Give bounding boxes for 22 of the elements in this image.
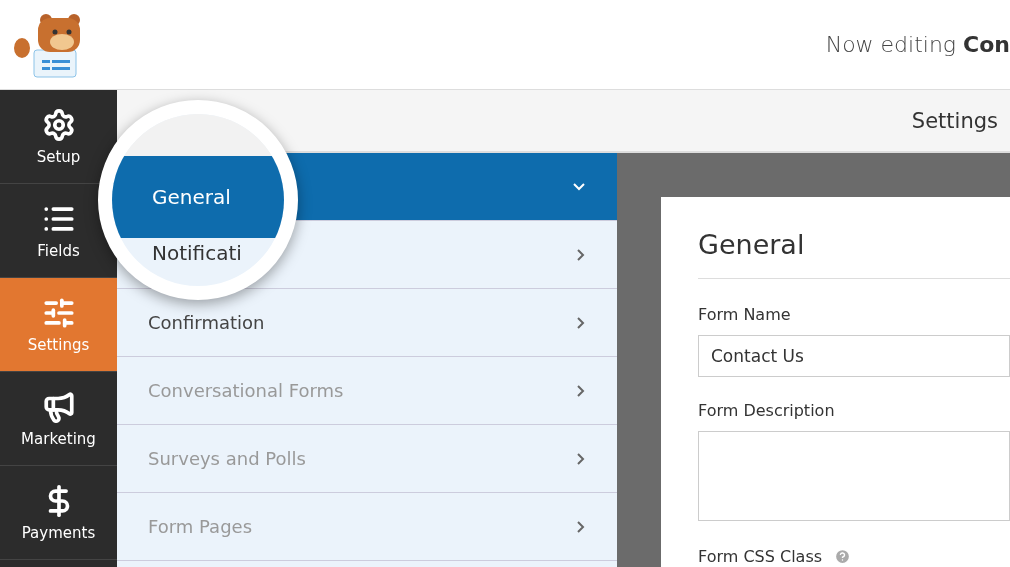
top-bar-title: Settings bbox=[911, 108, 998, 133]
chevron-right-icon bbox=[577, 384, 585, 397]
section-label: Form Pages bbox=[148, 516, 253, 537]
chevron-down-icon bbox=[573, 182, 585, 191]
field-label: Form Description bbox=[698, 401, 835, 420]
section-label: Confirmation bbox=[148, 312, 265, 333]
card-title: General bbox=[698, 229, 806, 262]
chevron-right-icon bbox=[577, 248, 585, 261]
section-label: Conversational Forms bbox=[148, 380, 344, 401]
megaphone-icon bbox=[41, 389, 76, 424]
field-label: Form CSS Class bbox=[698, 547, 823, 566]
settings-icon bbox=[41, 107, 76, 142]
form-description-field[interactable] bbox=[698, 431, 1010, 521]
section-label: Surveys and Polls bbox=[148, 448, 306, 469]
editing-title: Now editing Con bbox=[825, 32, 1010, 57]
field-label: Form Name bbox=[698, 305, 791, 324]
magnified-label: General bbox=[152, 186, 231, 208]
magnified-label: Notificati bbox=[152, 241, 242, 265]
chevron-right-icon bbox=[577, 520, 585, 533]
chevron-right-icon bbox=[577, 452, 585, 465]
chevron-right-icon bbox=[577, 316, 585, 329]
form-name-field[interactable]: Contact Us bbox=[698, 335, 1010, 377]
